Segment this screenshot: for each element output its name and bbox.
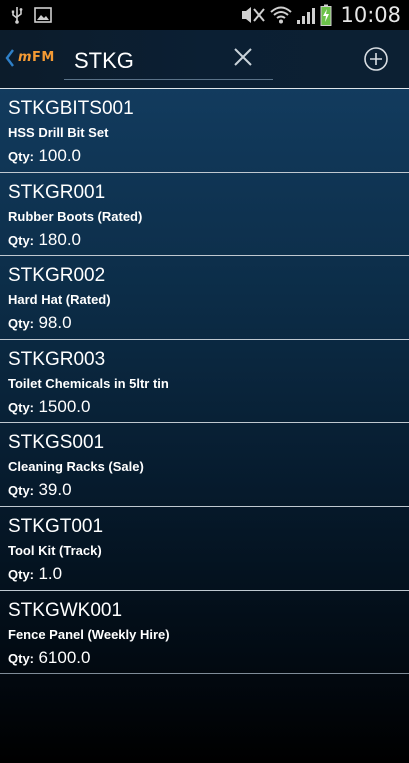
item-qty: Qty: 1.0 bbox=[8, 564, 63, 583]
item-qty: Qty: 1500.0 bbox=[8, 396, 91, 416]
image-icon bbox=[34, 7, 52, 23]
item-description: HSS Drill Bit Set bbox=[8, 125, 109, 140]
mute-icon bbox=[240, 5, 266, 25]
item-code: STKGS001 bbox=[8, 432, 105, 454]
item-qty: Qty: 39.0 bbox=[8, 480, 72, 500]
battery-charging-icon bbox=[320, 4, 332, 26]
item-list: STKGBITS001 HSS Drill Bit Set Qty: 100.0… bbox=[0, 88, 409, 763]
signal-icon bbox=[296, 5, 316, 25]
item-code: STKGR001 bbox=[8, 181, 106, 203]
item-description: Tool Kit (Track) bbox=[8, 543, 102, 558]
list-item[interactable]: STKGT001 Tool Kit (Track) Qty: 1.0 bbox=[0, 506, 409, 590]
item-description: Toilet Chemicals in 5ltr tin bbox=[8, 375, 169, 391]
item-description: Fence Panel (Weekly Hire) bbox=[8, 626, 170, 642]
item-description: Cleaning Racks (Sale) bbox=[8, 459, 144, 475]
item-qty: Qty: 180.0 bbox=[8, 229, 81, 249]
back-chevron-icon[interactable] bbox=[4, 47, 16, 69]
item-code: STKGBITS001 bbox=[8, 98, 134, 119]
status-time: 10:08 bbox=[340, 3, 401, 27]
close-icon[interactable] bbox=[233, 47, 253, 67]
item-qty: Qty: 98.0 bbox=[8, 313, 72, 333]
search-input[interactable] bbox=[74, 46, 224, 76]
item-code: STKGT001 bbox=[8, 516, 104, 537]
item-code: STKGR002 bbox=[8, 265, 106, 287]
wifi-icon bbox=[270, 5, 293, 25]
usb-icon bbox=[10, 6, 24, 24]
app-logo[interactable]: mFM bbox=[18, 50, 55, 65]
item-description: Rubber Boots (Rated) bbox=[8, 208, 143, 224]
item-code: STKGR003 bbox=[8, 348, 106, 370]
list-item[interactable]: STKGR002 Hard Hat (Rated) Qty: 98.0 bbox=[0, 255, 409, 339]
item-description: Hard Hat (Rated) bbox=[8, 292, 111, 308]
add-circle-icon[interactable] bbox=[363, 46, 389, 72]
list-item[interactable]: STKGR001 Rubber Boots (Rated) Qty: 180.0 bbox=[0, 171, 409, 256]
item-code: STKGWK001 bbox=[8, 599, 123, 621]
list-divider bbox=[0, 673, 409, 675]
list-item[interactable]: STKGS001 Cleaning Racks (Sale) Qty: 39.0 bbox=[0, 422, 409, 506]
item-qty: Qty: 6100.0 bbox=[8, 647, 91, 667]
status-bar: 10:08 bbox=[0, 0, 409, 30]
action-bar: mFM bbox=[0, 30, 409, 88]
list-item[interactable]: STKGWK001 Fence Panel (Weekly Hire) Qty:… bbox=[0, 589, 409, 674]
list-item[interactable]: STKGBITS001 HSS Drill Bit Set Qty: 100.0 bbox=[0, 88, 409, 172]
item-qty: Qty: 100.0 bbox=[8, 146, 81, 165]
list-item[interactable]: STKGR003 Toilet Chemicals in 5ltr tin Qt… bbox=[0, 338, 409, 423]
